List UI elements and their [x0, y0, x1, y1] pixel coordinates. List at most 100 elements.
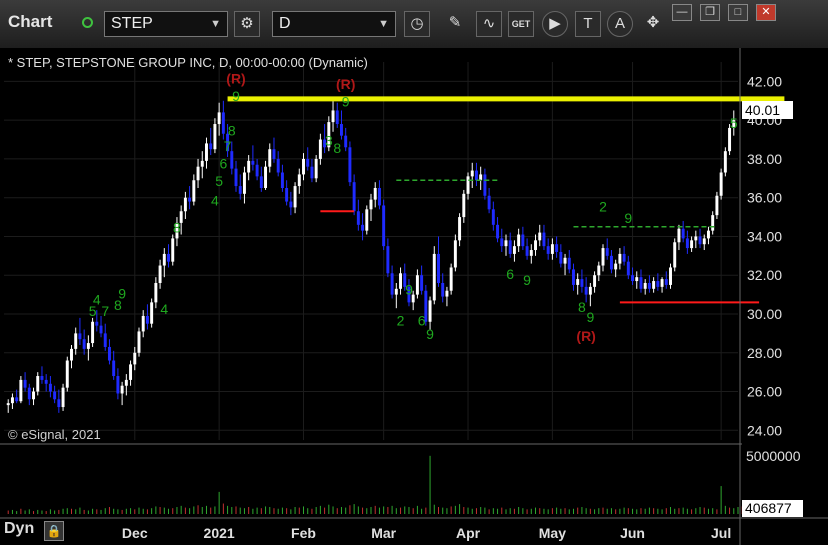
y-tick-label: 42.00: [747, 73, 782, 89]
candle-body: [171, 238, 175, 262]
candle-body: [221, 112, 225, 134]
candle-body: [614, 263, 618, 270]
candle-body: [639, 277, 643, 289]
candle-body: [652, 281, 656, 289]
restore-icon[interactable]: ❐: [700, 4, 720, 21]
price-chart[interactable]: (R) (R)(R)9 98765488945 7 43 892 696 929589 42.…: [0, 48, 828, 545]
candle-body: [500, 238, 504, 247]
symbol-value: STEP: [111, 15, 153, 32]
play-icon[interactable]: ▶: [542, 11, 568, 37]
candle-body: [394, 288, 398, 295]
candle-body: [572, 269, 575, 285]
interval-input[interactable]: D ▼: [272, 11, 396, 37]
candle-body: [183, 197, 187, 212]
candle-body: [61, 387, 65, 408]
candle-body: [449, 267, 453, 291]
candle-body: [702, 238, 706, 245]
candle-body: [593, 275, 597, 287]
y-tick-label: 30.00: [747, 306, 782, 322]
candle-body: [167, 253, 170, 262]
candle-body: [247, 160, 251, 173]
text-icon[interactable]: T: [575, 11, 601, 37]
candle-body: [609, 255, 613, 270]
candle-body: [626, 261, 630, 276]
sequential-count-label: 9: [232, 88, 240, 104]
candle-body: [217, 112, 221, 125]
sequential-count-label: 9: [405, 282, 413, 298]
alert-icon[interactable]: A: [607, 11, 633, 37]
x-tick-label: Jun: [620, 525, 645, 541]
x-tick-label: 2021: [204, 525, 235, 541]
lock-icon[interactable]: 🔒: [44, 521, 64, 541]
candle-body: [597, 265, 601, 276]
candle-body: [27, 387, 31, 400]
candle-body: [162, 253, 166, 266]
candle-body: [432, 253, 436, 301]
candle-body: [715, 195, 719, 216]
candle-body: [719, 172, 723, 196]
candle-body: [622, 253, 626, 262]
candle-body: [280, 172, 284, 188]
candle-body: [154, 282, 158, 303]
candle-body: [213, 124, 217, 150]
candle-body: [555, 244, 559, 252]
candle-body: [453, 240, 457, 268]
candle-body: [458, 217, 462, 241]
candle-body: [466, 176, 470, 194]
sequential-count-label: 6: [219, 156, 227, 172]
candle-body: [40, 376, 44, 380]
x-tick-label: Jul: [711, 525, 731, 541]
pencil-icon[interactable]: ✎: [442, 11, 468, 37]
connection-status-icon: [82, 17, 93, 28]
symbol-input[interactable]: STEP ▼: [104, 11, 228, 37]
y-tick-label: 32.00: [747, 267, 782, 283]
candle-body: [698, 236, 702, 245]
candle-body: [390, 273, 394, 295]
candle-body: [53, 391, 57, 400]
chevron-down-icon[interactable]: ▼: [210, 12, 221, 36]
candle-body: [306, 158, 310, 167]
minimize-icon[interactable]: —: [672, 4, 692, 21]
candle-body: [200, 160, 204, 167]
cursor-icon[interactable]: ✥: [640, 11, 666, 37]
candle-body: [618, 253, 622, 264]
sequential-count-label: 4: [211, 192, 219, 208]
candle-body: [546, 246, 550, 254]
window-title: Chart: [8, 12, 53, 31]
clock-icon[interactable]: ◷: [404, 11, 430, 37]
sequential-count-label: 7: [224, 138, 232, 154]
sequential-count-label: 6: [506, 266, 514, 282]
close-icon[interactable]: ✕: [756, 4, 776, 21]
candle-body: [487, 195, 491, 210]
candle-body: [57, 399, 61, 408]
candle-body: [420, 275, 424, 291]
gear-icon[interactable]: ⚙: [234, 11, 260, 37]
candle-body: [711, 215, 715, 231]
candle-body: [685, 238, 689, 249]
candle-body: [437, 253, 440, 283]
y-tick-label: 26.00: [747, 384, 782, 400]
candle-body: [188, 197, 192, 202]
candle-body: [36, 376, 40, 392]
candle-body: [588, 286, 592, 295]
volume-axis-top: 5000000: [746, 448, 801, 464]
get-icon[interactable]: GET: [508, 11, 534, 37]
chevron-down-icon[interactable]: ▼: [378, 12, 389, 36]
chart-header: * STEP, STEPSTONE GROUP INC, D, 00:00-00…: [8, 55, 368, 70]
candle-body: [74, 333, 78, 349]
study-icon[interactable]: ∿: [476, 11, 502, 37]
sequential-count-label: 2: [397, 313, 405, 329]
y-tick-label: 38.00: [747, 151, 782, 167]
candle-body: [297, 174, 301, 187]
sequential-count-label: 9: [523, 272, 531, 288]
candle-body: [517, 234, 521, 247]
candle-body: [559, 251, 563, 264]
candle-body: [377, 188, 381, 206]
candle-body: [563, 257, 567, 264]
candle-body: [150, 302, 154, 324]
candle-body: [584, 286, 588, 295]
candle-body: [521, 234, 525, 247]
candle-body: [647, 282, 651, 289]
maximize-icon[interactable]: □: [728, 4, 748, 21]
candle-body: [344, 135, 348, 148]
